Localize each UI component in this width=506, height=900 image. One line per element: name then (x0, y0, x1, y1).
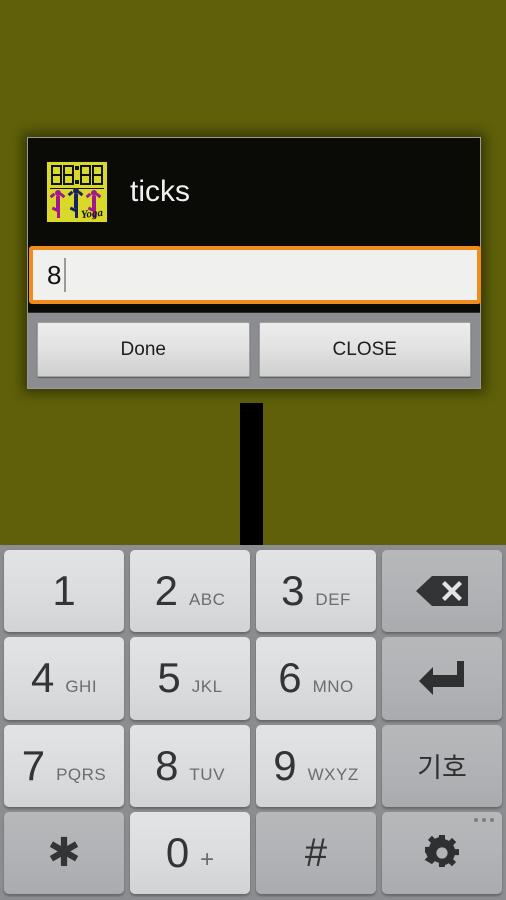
gear-icon (422, 833, 462, 873)
key-3[interactable]: 3 DEF (256, 550, 376, 633)
screen: Yoga ticks 8 Done CLOSE 1 2 ABC 3 DEF 4 … (0, 0, 506, 900)
dialog-header: Yoga ticks (28, 138, 480, 246)
key-digit: 5 (157, 654, 181, 702)
key-letters: ABC (188, 590, 226, 610)
key-letters: MNO (312, 677, 354, 697)
input-row: 8 (28, 246, 481, 312)
done-button[interactable]: Done (37, 322, 250, 377)
key-8[interactable]: 8 TUV (130, 724, 250, 807)
asterisk-icon: ✱ (47, 830, 81, 875)
keyboard-row: ✱ 0 + # (4, 811, 502, 894)
key-digit: 6 (278, 654, 302, 702)
key-digit: 9 (273, 741, 297, 789)
hash-icon: # (304, 830, 328, 875)
digital-display-icon (49, 164, 105, 186)
key-6[interactable]: 6 MNO (256, 637, 376, 720)
key-enter[interactable] (382, 637, 502, 720)
numeric-keyboard: 1 2 ABC 3 DEF 4 GHI 5 JKL 6 MNO 7 PQRS 8… (0, 545, 506, 900)
more-options-dots-icon (474, 817, 494, 822)
key-letters: DEF (315, 590, 351, 610)
dialog-button-bar: Done CLOSE (28, 312, 480, 388)
close-button[interactable]: CLOSE (258, 322, 471, 377)
key-asterisk[interactable]: ✱ (4, 811, 124, 894)
key-backspace[interactable] (382, 550, 502, 633)
key-digit: 4 (30, 654, 55, 702)
dialog-title: ticks (130, 175, 190, 208)
key-digit: 8 (155, 741, 179, 789)
keyboard-row: 4 GHI 5 JKL 6 MNO (4, 637, 502, 720)
yoga-wordmark: Yoga (80, 206, 104, 222)
key-letters: + (200, 845, 215, 873)
key-digit: 3 (281, 567, 305, 615)
key-letters: WXYZ (307, 764, 359, 784)
background-vertical-bar (240, 403, 263, 545)
key-digit: 1 (52, 567, 76, 615)
key-settings[interactable] (382, 811, 502, 894)
key-9[interactable]: 9 WXYZ (256, 724, 376, 807)
enter-icon (417, 659, 467, 697)
ticks-input[interactable]: 8 (29, 246, 481, 304)
backspace-icon (414, 574, 470, 608)
key-7[interactable]: 7 PQRS (4, 724, 124, 807)
ticks-dialog: Yoga ticks 8 Done CLOSE (27, 137, 481, 389)
key-5[interactable]: 5 JKL (130, 637, 250, 720)
key-digit: 7 (21, 741, 46, 789)
key-2[interactable]: 2 ABC (130, 550, 250, 633)
key-letters: TUV (189, 764, 225, 784)
key-letters: JKL (191, 677, 223, 697)
input-value: 8 (47, 260, 62, 290)
yoga-figures-icon: Yoga (49, 188, 104, 222)
keyboard-row: 7 PQRS 8 TUV 9 WXYZ 기호 (4, 724, 502, 807)
ticks-app-icon: Yoga (46, 161, 108, 223)
text-caret (64, 258, 67, 292)
key-symbol[interactable]: 기호 (382, 724, 502, 807)
key-hash[interactable]: # (256, 811, 376, 894)
key-4[interactable]: 4 GHI (4, 637, 124, 720)
key-letters: GHI (65, 677, 98, 697)
key-0[interactable]: 0 + (130, 811, 250, 894)
key-digit: 2 (154, 567, 178, 615)
key-digit: 0 (165, 828, 190, 876)
keyboard-row: 1 2 ABC 3 DEF (4, 550, 502, 633)
key-symbol-label: 기호 (417, 753, 467, 784)
key-1[interactable]: 1 (4, 550, 124, 633)
key-letters: PQRS (56, 764, 107, 784)
